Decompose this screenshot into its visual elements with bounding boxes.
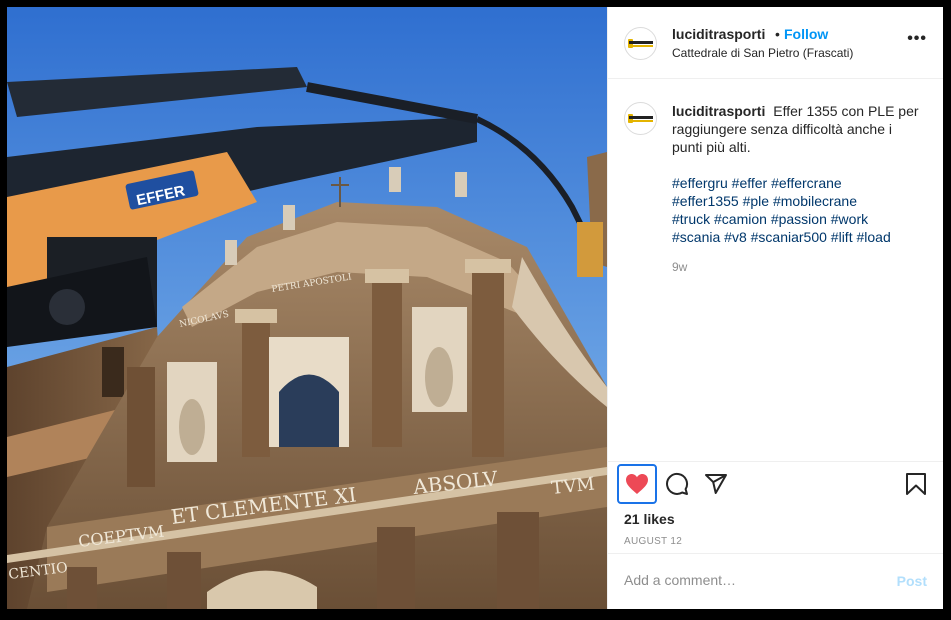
comment-icon	[666, 472, 689, 495]
hashtag-link[interactable]: #effercrane	[771, 175, 842, 191]
action-bar: 21 likes AUGUST 12	[608, 461, 943, 553]
caption-avatar[interactable]	[624, 102, 657, 135]
save-button[interactable]	[896, 464, 936, 504]
post-modal: ET CLEMENTE XI ABSOLV TVM COEPTVM CENTIO…	[7, 7, 943, 609]
hashtag-list: #effergru #effer #effercrane #effer1355 …	[672, 174, 922, 246]
hashtag-link[interactable]: #scania	[672, 229, 720, 245]
hashtag-link[interactable]: #v8	[724, 229, 747, 245]
likes-count[interactable]: 21 likes	[624, 511, 675, 527]
add-comment-input[interactable]	[624, 572, 874, 588]
post-location-link[interactable]: Cattedrale di San Pietro (Frascati)	[672, 46, 853, 60]
post-details-panel: luciditrasporti • Follow Cattedrale di S…	[607, 7, 943, 609]
hashtag-link[interactable]: #effergru	[672, 175, 728, 191]
post-time[interactable]: 9w	[672, 260, 687, 274]
heart-icon	[626, 474, 648, 494]
caption-username[interactable]: luciditrasporti	[672, 103, 765, 119]
hashtag-link[interactable]: #mobilecrane	[773, 193, 857, 209]
more-options-icon[interactable]: •••	[907, 30, 927, 48]
hashtag-link[interactable]: #work	[831, 211, 868, 227]
follow-button[interactable]: Follow	[784, 26, 828, 42]
caption-body: luciditrasporti Effer 1355 con PLE per r…	[672, 102, 922, 246]
like-button[interactable]	[617, 464, 657, 504]
post-comment-button[interactable]: Post	[897, 573, 927, 589]
post-date[interactable]: AUGUST 12	[624, 536, 682, 547]
hashtag-link[interactable]: #camion	[714, 211, 767, 227]
hashtag-link[interactable]: #ple	[743, 193, 769, 209]
hashtag-link[interactable]: #truck	[672, 211, 710, 227]
paper-plane-icon	[705, 474, 727, 494]
bookmark-icon	[906, 473, 926, 495]
caption-section: luciditrasporti Effer 1355 con PLE per r…	[608, 79, 943, 461]
author-username[interactable]: luciditrasporti	[672, 26, 765, 42]
hashtag-link[interactable]: #effer	[732, 175, 768, 191]
hashtag-link[interactable]: #passion	[771, 211, 827, 227]
hashtag-link[interactable]: #scaniar500	[751, 229, 827, 245]
share-button[interactable]	[696, 464, 736, 504]
comment-button[interactable]	[657, 464, 697, 504]
hashtag-link[interactable]: #load	[856, 229, 890, 245]
post-header: luciditrasporti • Follow Cattedrale di S…	[608, 7, 943, 79]
hashtag-link[interactable]: #lift	[831, 229, 853, 245]
post-photo-illustration: ET CLEMENTE XI ABSOLV TVM COEPTVM CENTIO…	[7, 7, 607, 609]
author-avatar[interactable]	[624, 27, 657, 60]
header-separator: •	[775, 26, 780, 42]
comment-bar: Post	[608, 553, 943, 609]
hashtag-link[interactable]: #effer1355	[672, 193, 739, 209]
post-photo[interactable]: ET CLEMENTE XI ABSOLV TVM COEPTVM CENTIO…	[7, 7, 607, 609]
